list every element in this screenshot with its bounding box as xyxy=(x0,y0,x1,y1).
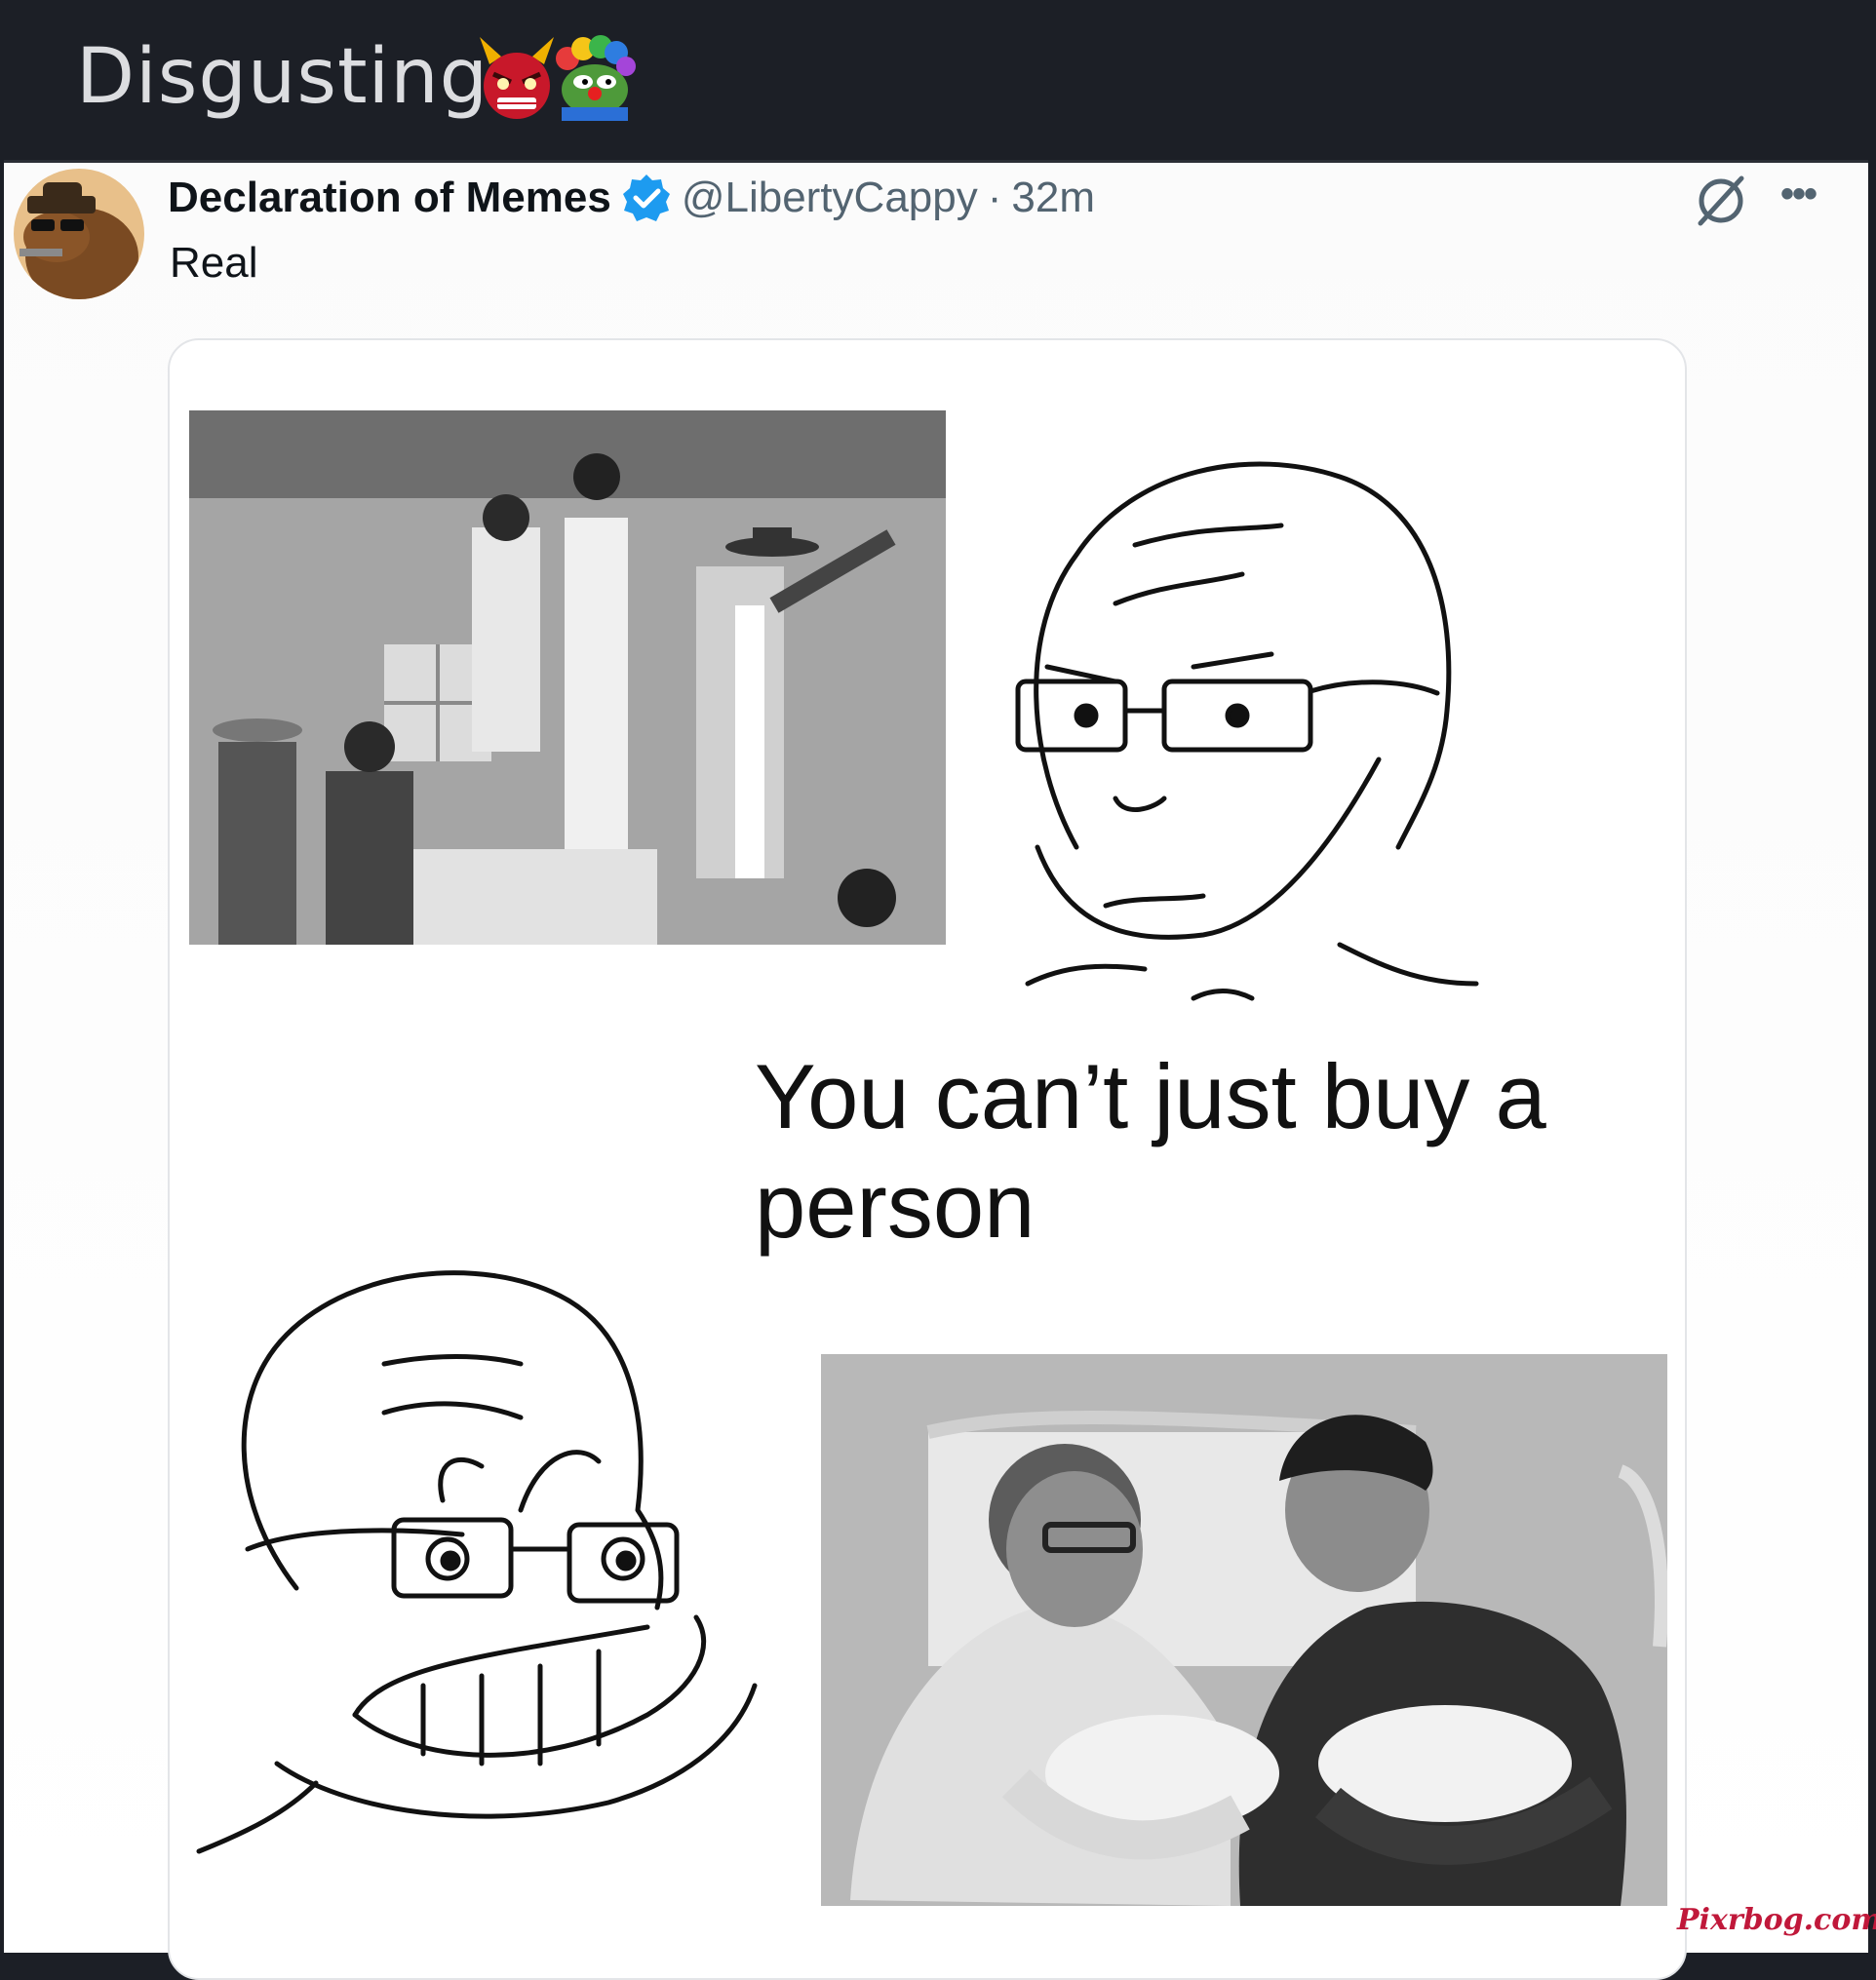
timestamp[interactable]: 32m xyxy=(1011,174,1095,222)
user-handle[interactable]: @LibertyCappy xyxy=(682,174,978,222)
more-options-icon[interactable]: ••• xyxy=(1780,173,1817,216)
watermark: Pixrbog.com xyxy=(1677,1903,1876,1937)
avatar[interactable] xyxy=(14,169,144,299)
wojak-glasses-smiling-drawing xyxy=(196,1270,758,1854)
new-parents-photo xyxy=(821,1354,1667,1906)
tweet-header: Declaration of Memes @LibertyCappy · 32m xyxy=(168,169,1095,227)
meme-caption: You can’t just buy a person xyxy=(755,1045,1546,1257)
meme-image[interactable]: You can’t just buy a person xyxy=(168,338,1687,1980)
post-header: Disgusting xyxy=(0,0,1876,156)
tweet-text: Real xyxy=(170,239,258,287)
demon-emoji-icon xyxy=(480,37,554,119)
separator-dot: · xyxy=(987,174,1002,221)
verified-badge-icon xyxy=(622,175,670,221)
tweet-card[interactable]: Declaration of Memes @LibertyCappy · 32m… xyxy=(4,160,1868,1980)
capybara-avatar-icon xyxy=(14,169,144,299)
clown-pepe-emoji-icon xyxy=(556,35,636,121)
grok-icon[interactable] xyxy=(1693,173,1749,229)
slave-auction-illustration xyxy=(189,410,946,945)
post-title: Disgusting xyxy=(76,33,489,121)
wojak-glasses-concerned-drawing xyxy=(1015,461,1479,1001)
display-name[interactable]: Declaration of Memes xyxy=(168,174,611,222)
